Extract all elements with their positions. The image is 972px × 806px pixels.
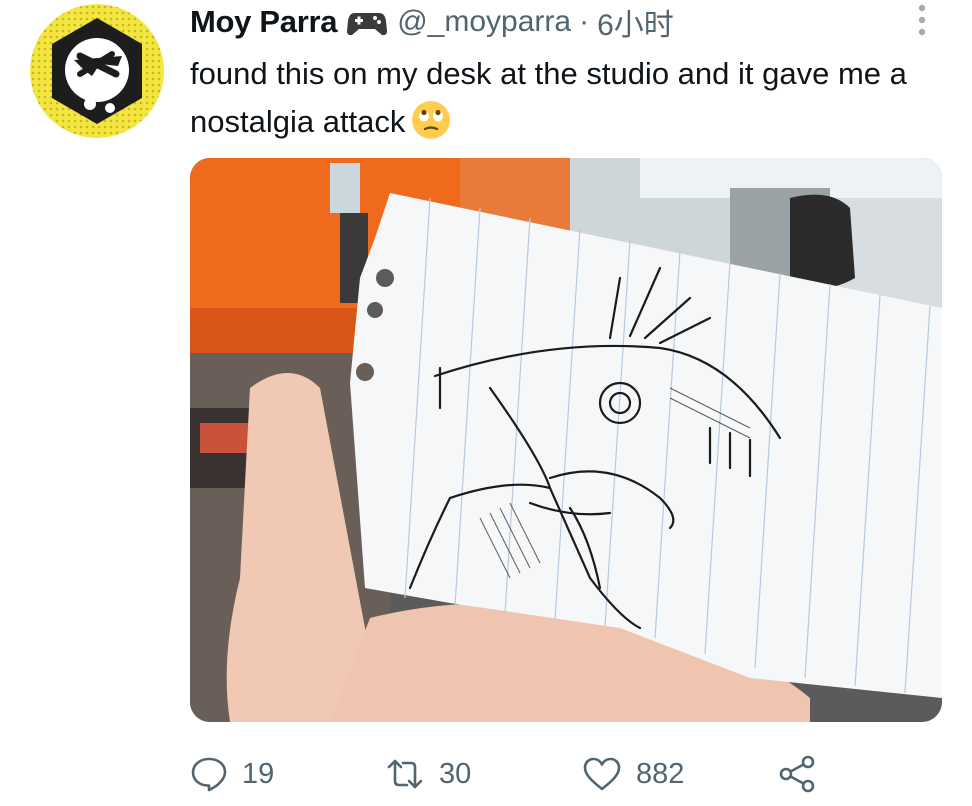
like-button[interactable]: 882 [582,752,684,796]
heart-icon [583,757,621,791]
retweet-count: 30 [439,757,472,790]
tweet-photo[interactable] [190,158,942,722]
reply-icon [191,757,227,792]
reply-count: 19 [242,757,275,790]
game-controller-icon [347,7,388,37]
retweet-icon [387,759,423,789]
share-button[interactable] [777,752,817,796]
share-icon [779,755,815,793]
separator-dot: · [579,5,590,38]
avatar[interactable] [30,4,164,138]
rolling-eyes-emoji-icon [411,100,451,140]
timestamp[interactable]: 6小时 [597,0,674,44]
more-options-button[interactable] [906,2,938,38]
tweet-text: found this on my desk at the studio and … [190,50,910,146]
reply-button[interactable]: 19 [190,752,274,796]
avatar-image [30,4,164,138]
author-name[interactable]: Moy Parra [190,4,338,40]
author-handle[interactable]: @_moyparra [397,5,571,39]
tweet-header: Moy Parra @_moyparra · 6小时 [190,2,674,42]
desk-sketch-photo [190,158,942,722]
retweet-button[interactable]: 30 [385,752,471,796]
like-count: 882 [636,757,685,790]
tweet-actions: 19 30 882 [190,752,830,796]
more-vertical-icon [918,4,926,36]
tweet-body: found this on my desk at the studio and … [190,56,907,139]
